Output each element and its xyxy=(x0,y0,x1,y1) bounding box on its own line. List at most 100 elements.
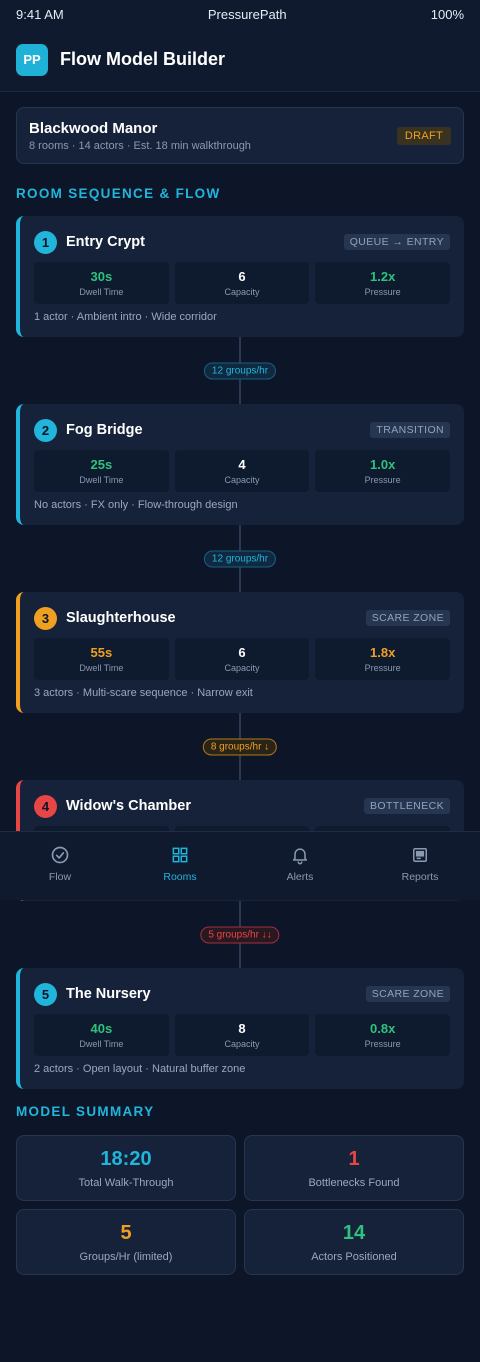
stat-label: Capacity xyxy=(224,475,260,485)
flow-connector: 12 groups/hr xyxy=(16,337,464,404)
room-description: No actors · FX only · Flow-through desig… xyxy=(34,499,238,511)
stat-label: Dwell Time xyxy=(79,663,124,673)
stat-pressure: 1.0x Pressure xyxy=(315,450,451,492)
flow-rate-pill: 5 groups/hr ↓↓ xyxy=(200,926,280,943)
room-tag: TRANSITION xyxy=(370,422,450,438)
room-header: 2 Fog Bridge TRANSITION xyxy=(34,418,450,442)
room-header: 5 The Nursery SCARE ZONE xyxy=(34,982,450,1006)
tab-label: Rooms xyxy=(163,871,197,883)
room-stats: 55s Dwell Time 6 Capacity 1.8x Pressure xyxy=(34,638,451,680)
room-tag: BOTTLENECK xyxy=(363,798,450,814)
room-number: 1 xyxy=(34,230,57,254)
stat-value: 6 xyxy=(238,269,246,284)
room-stats: 25s Dwell Time 4 Capacity 1.0x Pressure xyxy=(34,450,451,492)
flow-connector: 5 groups/hr ↓↓ xyxy=(16,901,464,968)
stat-value: 1.0x xyxy=(370,457,396,472)
room-name: Entry Crypt xyxy=(66,234,145,250)
stat-capacity: 6 Capacity xyxy=(174,262,310,304)
room-card[interactable]: 1 Entry Crypt QUEUE → ENTRY 30s Dwell Ti… xyxy=(16,216,464,337)
summary-card-bottlenecks: 1 Bottlenecks Found xyxy=(244,1135,464,1201)
tab-flow[interactable]: Flow xyxy=(0,832,120,900)
stat-label: Dwell Time xyxy=(79,475,124,485)
venue-name: Blackwood Manor xyxy=(29,119,158,137)
summary-label: Groups/Hr (limited) xyxy=(79,1251,173,1263)
stat-label: Pressure xyxy=(364,287,401,297)
stat-value: 40s xyxy=(90,1021,113,1036)
section-title-sequence: ROOM SEQUENCE & FLOW xyxy=(16,186,221,201)
stat-value: 0.8x xyxy=(370,1021,396,1036)
stat-capacity: 8 Capacity xyxy=(174,1014,310,1056)
tab-alerts[interactable]: Alerts xyxy=(240,832,360,900)
flow-connector: 8 groups/hr ↓ xyxy=(16,713,464,780)
summary-label: Total Walk-Through xyxy=(78,1177,174,1189)
room-description: 2 actors · Open layout · Natural buffer … xyxy=(34,1063,246,1075)
stat-value: 8 xyxy=(238,1021,246,1036)
stat-label: Capacity xyxy=(224,663,260,673)
room-tag: QUEUE → ENTRY xyxy=(343,234,450,250)
room-card[interactable]: 2 Fog Bridge TRANSITION 25s Dwell Time 4… xyxy=(16,404,464,525)
stat-label: Pressure xyxy=(364,475,401,485)
room-name: Widow's Chamber xyxy=(66,798,191,814)
report-icon xyxy=(413,848,427,862)
room-card[interactable]: 3 Slaughterhouse SCARE ZONE 55s Dwell Ti… xyxy=(16,592,464,713)
stat-value: 1.2x xyxy=(370,269,396,284)
summary-grid: 18:20 Total Walk-Through 1 Bottlenecks F… xyxy=(16,1135,464,1275)
grid-icon xyxy=(172,847,188,863)
stat-value: 4 xyxy=(238,457,246,472)
venue-info: Blackwood Manor 8 rooms · 14 actors · Es… xyxy=(29,120,251,152)
flow-rate-pill: 12 groups/hr xyxy=(203,362,277,379)
summary-value: 1 xyxy=(348,1148,360,1170)
room-title-group: 4 Widow's Chamber xyxy=(34,794,191,818)
stat-value: 6 xyxy=(238,645,246,660)
stat-label: Capacity xyxy=(224,287,260,297)
app-header: PP Flow Model Builder xyxy=(0,28,480,92)
summary-label: Bottlenecks Found xyxy=(308,1177,400,1189)
summary-value: 18:20 xyxy=(100,1148,152,1170)
room-title-group: 3 Slaughterhouse xyxy=(34,606,176,630)
stat-value: 25s xyxy=(90,457,113,472)
room-number: 2 xyxy=(34,418,57,442)
stat-dwell-time: 55s Dwell Time xyxy=(34,638,169,680)
check-circle-icon xyxy=(51,846,69,864)
room-description: 1 actor · Ambient intro · Wide corridor xyxy=(34,311,217,323)
stat-label: Pressure xyxy=(364,1039,401,1049)
summary-card-groups: 5 Groups/Hr (limited) xyxy=(16,1209,236,1275)
stat-pressure: 1.2x Pressure xyxy=(315,262,451,304)
venue-meta: 8 rooms · 14 actors · Est. 18 min walkth… xyxy=(29,139,251,152)
app-logo: PP xyxy=(16,43,48,76)
room-header: 4 Widow's Chamber BOTTLENECK xyxy=(34,794,450,818)
tab-label: Reports xyxy=(401,871,439,883)
page-title: Flow Model Builder xyxy=(60,49,225,69)
room-title-group: 1 Entry Crypt xyxy=(34,230,145,254)
room-name: Slaughterhouse xyxy=(66,610,176,626)
room-card[interactable]: 5 The Nursery SCARE ZONE 40s Dwell Time … xyxy=(16,968,464,1089)
stat-label: Capacity xyxy=(224,1039,260,1049)
summary-label: Actors Positioned xyxy=(311,1251,397,1263)
room-stats: 30s Dwell Time 6 Capacity 1.2x Pressure xyxy=(34,262,451,304)
room-header: 3 Slaughterhouse SCARE ZONE xyxy=(34,606,450,630)
tab-rooms[interactable]: Rooms xyxy=(120,832,240,900)
room-name: The Nursery xyxy=(66,986,151,1002)
room-title-group: 2 Fog Bridge xyxy=(34,418,143,442)
flow-connector: 12 groups/hr xyxy=(16,525,464,592)
room-title-group: 5 The Nursery xyxy=(34,982,151,1006)
room-name: Fog Bridge xyxy=(66,422,143,438)
summary-value: 14 xyxy=(342,1222,366,1244)
section-title-summary: MODEL SUMMARY xyxy=(16,1104,155,1119)
stat-pressure: 0.8x Pressure xyxy=(315,1014,451,1056)
stat-pressure: 1.8x Pressure xyxy=(315,638,451,680)
tab-reports[interactable]: Reports xyxy=(360,832,480,900)
stat-dwell-time: 30s Dwell Time xyxy=(34,262,169,304)
room-header: 1 Entry Crypt QUEUE → ENTRY xyxy=(34,230,450,254)
status-battery: 100% xyxy=(430,6,464,22)
room-number: 3 xyxy=(34,606,57,630)
status-badge: DRAFT xyxy=(396,126,451,145)
tab-label: Flow xyxy=(48,871,72,883)
main-content: Blackwood Manor 8 rooms · 14 actors · Es… xyxy=(0,92,480,1275)
stat-label: Dwell Time xyxy=(79,1039,124,1049)
room-description: 3 actors · Multi-scare sequence · Narrow… xyxy=(34,687,253,699)
stat-label: Dwell Time xyxy=(79,287,124,297)
room-tag: SCARE ZONE xyxy=(365,986,450,1002)
venue-card[interactable]: Blackwood Manor 8 rooms · 14 actors · Es… xyxy=(16,107,464,164)
room-number: 5 xyxy=(34,982,57,1006)
